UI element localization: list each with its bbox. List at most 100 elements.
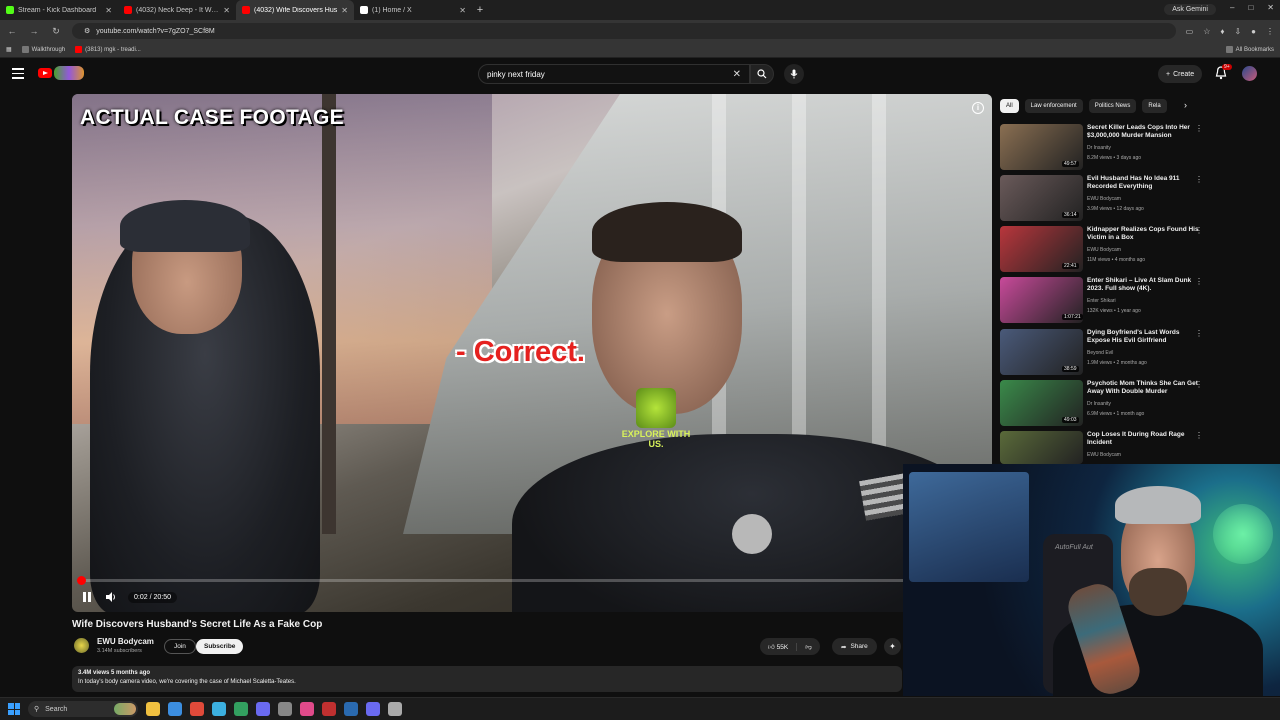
taskbar-app-icon[interactable]: [168, 702, 182, 716]
browser-tab[interactable]: Stream - Kick Dashboard ✕: [0, 0, 118, 20]
recommended-title[interactable]: Kidnapper Realizes Cops Found His Victim…: [1087, 226, 1199, 242]
browser-tab[interactable]: (1) Home / X ✕: [354, 0, 472, 20]
recommended-video[interactable]: 22:41 Kidnapper Realizes Cops Found His V…: [1000, 226, 1206, 274]
tab-close-icon[interactable]: ✕: [223, 6, 230, 15]
volume-button[interactable]: [104, 590, 118, 604]
dislike-button[interactable]: 👎︎: [797, 643, 820, 651]
clear-search-icon[interactable]: ✕: [733, 69, 741, 80]
more-options-icon[interactable]: ⋮: [1195, 277, 1203, 286]
recommended-channel[interactable]: EWU Bodycam: [1087, 452, 1121, 458]
youtube-doodle[interactable]: [54, 66, 84, 80]
bookmark-star-icon[interactable]: ☆: [1203, 27, 1210, 36]
taskbar-app-icon[interactable]: [366, 702, 380, 716]
recommended-title[interactable]: Psychotic Mom Thinks She Can Get Away Wi…: [1087, 380, 1199, 396]
taskbar-app-icon[interactable]: [256, 702, 270, 716]
scrubber-handle[interactable]: [77, 576, 87, 585]
bookmark-walkthrough[interactable]: Walkthrough: [21, 46, 65, 53]
voice-search-button[interactable]: [784, 64, 804, 84]
filter-chip[interactable]: All: [1000, 99, 1019, 113]
chevron-right-icon[interactable]: ›: [1184, 100, 1187, 110]
more-options-icon[interactable]: ⋮: [1195, 226, 1203, 235]
recommended-channel[interactable]: Dr Insanity: [1087, 145, 1111, 151]
taskbar-app-icon[interactable]: [388, 702, 402, 716]
info-icon[interactable]: i: [972, 102, 984, 114]
ask-gemini-button[interactable]: Ask Gemini: [1164, 4, 1216, 15]
extensions-icon[interactable]: ♦: [1220, 27, 1224, 36]
search-input[interactable]: pinky next friday ✕: [478, 64, 750, 84]
recommended-title[interactable]: Enter Shikari – Live At Slam Dunk 2023. …: [1087, 277, 1199, 293]
taskbar-app-icon[interactable]: [190, 702, 204, 716]
close-icon[interactable]: ✕: [1267, 3, 1274, 12]
tab-close-icon[interactable]: ✕: [341, 6, 348, 15]
download-icon[interactable]: ⇩: [1234, 27, 1241, 36]
video-progress-bar[interactable]: [77, 576, 984, 585]
recommended-channel[interactable]: EWU Bodycam: [1087, 247, 1121, 253]
taskbar-app-icon[interactable]: [322, 702, 336, 716]
tab-close-icon[interactable]: ✕: [459, 6, 466, 15]
filter-chip[interactable]: Law enforcement: [1024, 99, 1083, 113]
subscribe-button[interactable]: Subscribe: [196, 639, 244, 654]
minimize-icon[interactable]: –: [1230, 3, 1234, 12]
taskbar-search[interactable]: ⚲ Search: [28, 701, 138, 717]
new-tab-icon[interactable]: +: [472, 4, 488, 16]
back-icon[interactable]: ←: [6, 26, 18, 36]
recommended-video[interactable]: Cop Loses It During Road Rage Incident EW…: [1000, 431, 1206, 464]
recommended-video[interactable]: 38:59 Dying Boyfriend's Last Words Expose…: [1000, 329, 1206, 377]
taskbar-app-icon[interactable]: [344, 702, 358, 716]
account-avatar[interactable]: [1242, 66, 1257, 81]
recommended-channel[interactable]: EWU Bodycam: [1087, 196, 1121, 202]
taskbar-app-icon[interactable]: [300, 702, 314, 716]
taskbar-app-icon[interactable]: [212, 702, 226, 716]
pause-button[interactable]: [80, 590, 94, 604]
search-button[interactable]: [750, 64, 774, 84]
hamburger-menu-icon[interactable]: [12, 68, 24, 82]
channel-avatar[interactable]: [74, 638, 89, 653]
more-options-icon[interactable]: ⋮: [1195, 329, 1203, 338]
menu-icon[interactable]: ⋮: [1266, 27, 1274, 36]
windows-start-icon[interactable]: [8, 703, 20, 715]
forward-icon[interactable]: →: [28, 26, 40, 36]
youtube-logo-icon[interactable]: [38, 68, 52, 78]
recommended-title[interactable]: Cop Loses It During Road Rage Incident: [1087, 431, 1199, 447]
filter-chip[interactable]: Politics News: [1088, 99, 1137, 113]
browser-tab[interactable]: (4032) Neck Deep - It Won't Be✕: [118, 0, 236, 20]
taskbar-app-icon[interactable]: [278, 702, 292, 716]
recommended-title[interactable]: Dying Boyfriend's Last Words Expose His …: [1087, 329, 1199, 345]
taskbar-app-icon[interactable]: [234, 702, 248, 716]
recommended-title[interactable]: Evil Husband Has No Idea 911 Recorded Ev…: [1087, 175, 1199, 191]
bookmark-youtube[interactable]: (3813) mgk - treadi...: [75, 46, 141, 53]
site-info-icon[interactable]: ⚙: [84, 27, 90, 35]
recommended-video[interactable]: 36:14 Evil Husband Has No Idea 911 Record…: [1000, 175, 1206, 223]
more-options-icon[interactable]: ⋮: [1195, 431, 1203, 440]
recommended-channel[interactable]: Enter Shikari: [1087, 298, 1116, 304]
all-bookmarks[interactable]: All Bookmarks: [1225, 46, 1274, 53]
profile-icon[interactable]: ●: [1251, 27, 1256, 36]
recommended-video[interactable]: 49:57 Secret Killer Leads Cops Into Her $…: [1000, 124, 1206, 172]
cast-icon[interactable]: ▭: [1186, 27, 1194, 36]
more-options-icon[interactable]: ⋮: [1195, 380, 1203, 389]
video-thumbnail[interactable]: [1000, 431, 1083, 464]
more-options-icon[interactable]: ⋮: [1195, 124, 1203, 133]
create-button[interactable]: + Create: [1158, 65, 1203, 83]
filter-chip[interactable]: Rela: [1142, 99, 1167, 113]
taskbar-app-icon[interactable]: [146, 702, 160, 716]
apps-icon[interactable]: ▦: [6, 46, 12, 53]
join-button[interactable]: Join: [164, 639, 196, 654]
recommended-title[interactable]: Secret Killer Leads Cops Into Her $3,000…: [1087, 124, 1199, 140]
video-player[interactable]: ACTUAL CASE FOOTAGE - Correct. EXPLORE W…: [72, 94, 992, 612]
reload-icon[interactable]: ↻: [50, 26, 62, 37]
url-field[interactable]: ⚙ youtube.com/watch?v=7gZO7_SCf8M: [72, 23, 1176, 39]
browser-tab[interactable]: (4032) Wife Discovers Hus ✕: [236, 0, 354, 20]
share-button[interactable]: ➦ Share: [832, 638, 877, 655]
more-options-icon[interactable]: ⋮: [1195, 175, 1203, 184]
recommended-channel[interactable]: Beyond Evil: [1087, 350, 1113, 356]
more-actions-icon[interactable]: ✦: [884, 638, 901, 655]
channel-name[interactable]: EWU Bodycam: [97, 637, 154, 646]
maximize-icon[interactable]: □: [1248, 3, 1253, 12]
like-button[interactable]: 👍︎ 55K: [760, 642, 798, 651]
tab-close-icon[interactable]: ✕: [105, 6, 112, 15]
description-box[interactable]: 3.4M views 5 months ago In today's body …: [72, 666, 902, 692]
recommended-video[interactable]: 1:07:21 Enter Shikari – Live At Slam Dunk…: [1000, 277, 1206, 325]
recommended-video[interactable]: 49:03 Psychotic Mom Thinks She Can Get Aw…: [1000, 380, 1206, 428]
recommended-channel[interactable]: Dr Insanity: [1087, 401, 1111, 407]
